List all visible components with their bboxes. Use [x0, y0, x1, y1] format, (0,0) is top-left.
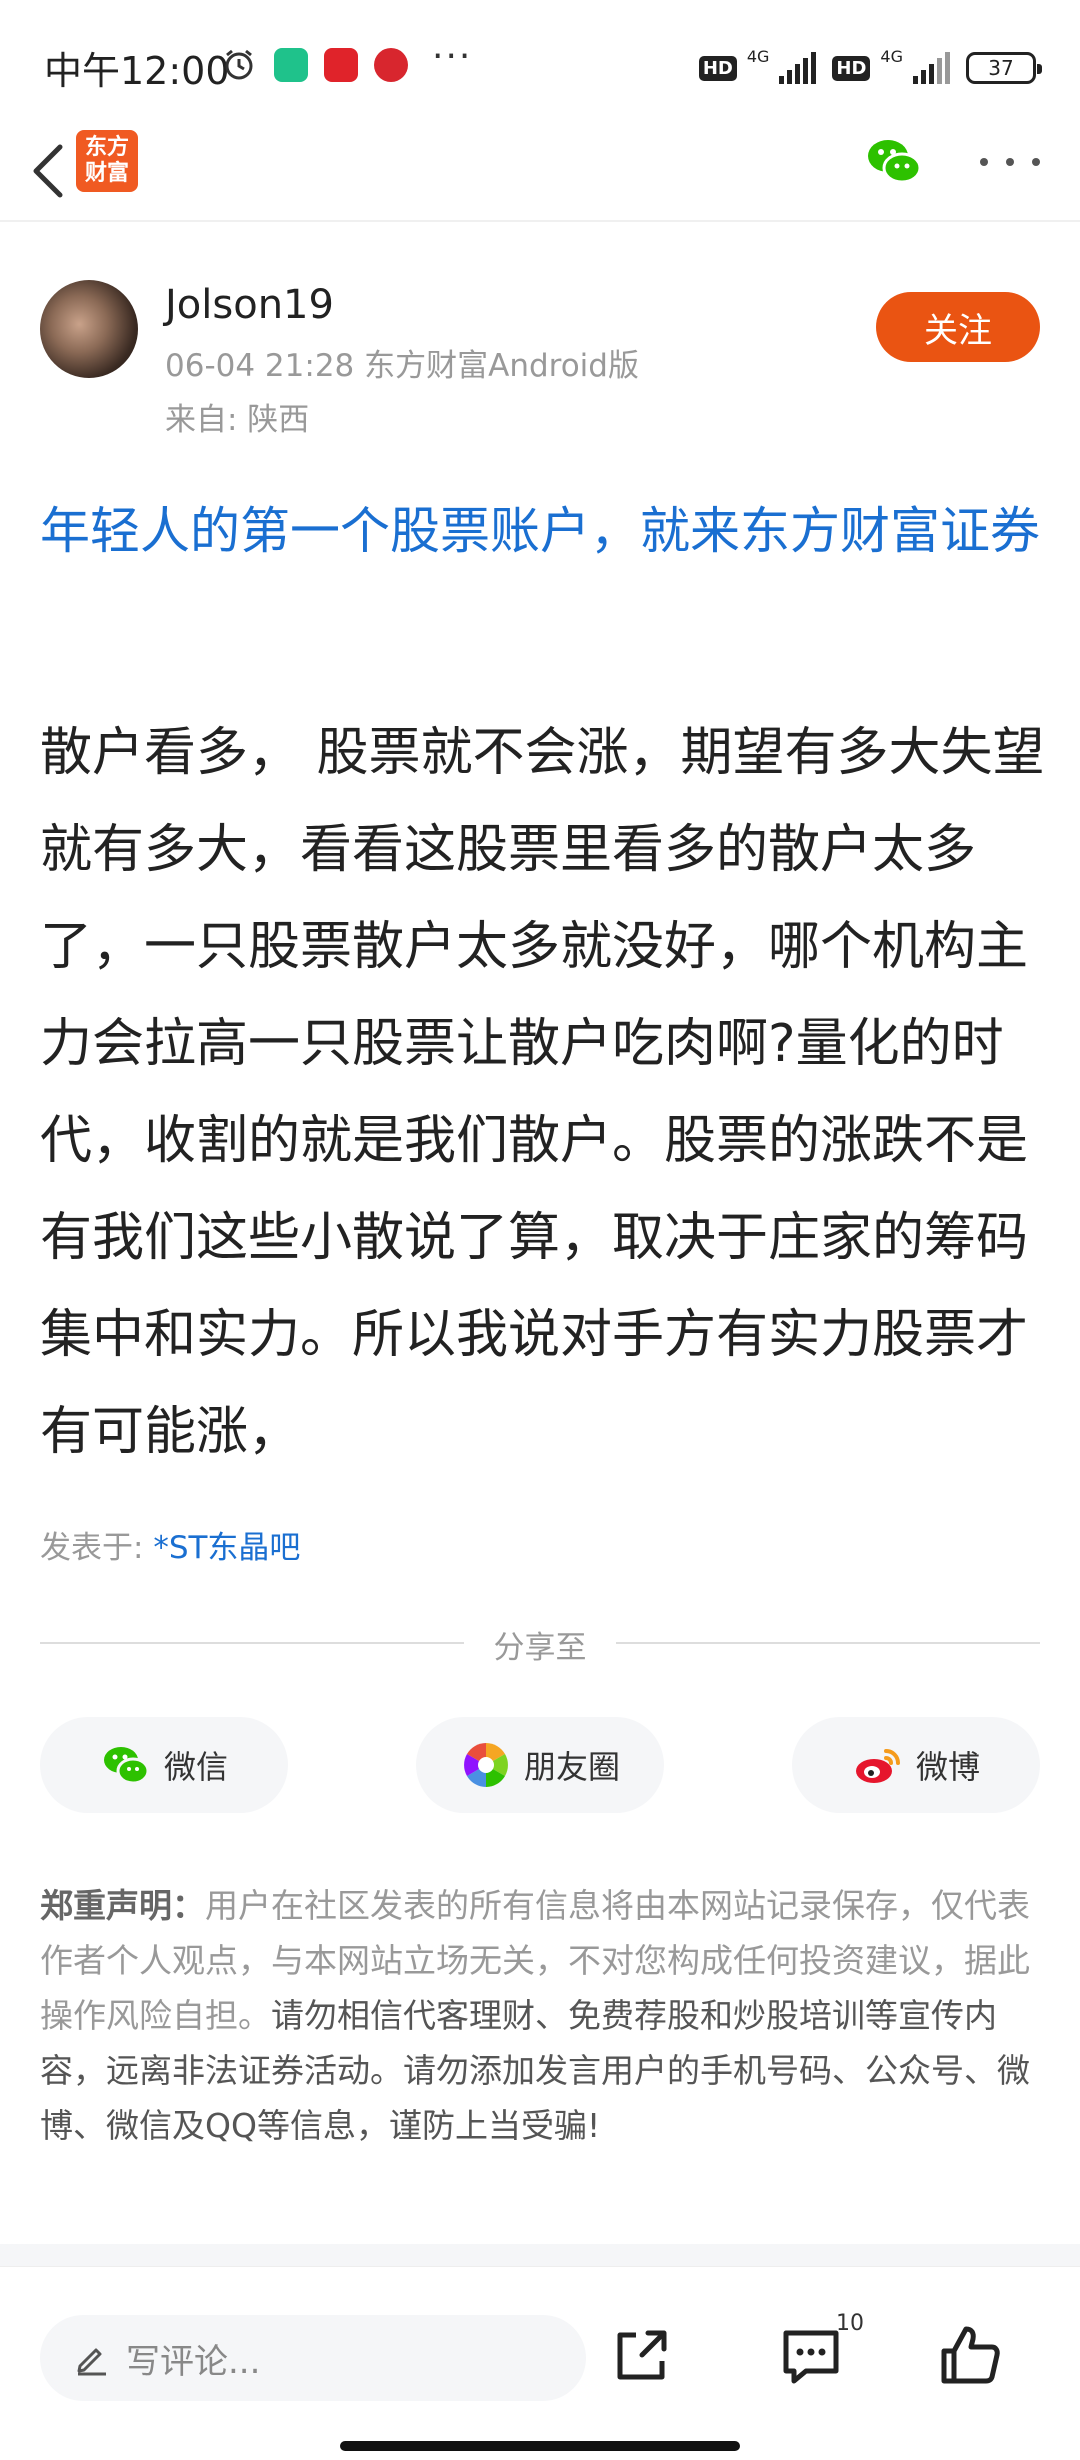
status-right-cluster: HD 4G HD 4G 37 — [698, 46, 1042, 88]
author-name[interactable]: Jolson19 — [165, 282, 334, 328]
share-wechat-button[interactable]: 微信 — [40, 1717, 288, 1813]
bank-app-icon — [374, 48, 408, 82]
bottom-action-bar: 写评论... 10 — [0, 2266, 1080, 2460]
post-meta: 06-04 21:28 东方财富Android版 — [165, 348, 639, 384]
signal-icon-1 — [779, 52, 817, 84]
disclaimer-heading: 郑重声明： — [40, 1886, 205, 1925]
hd-badge-2: HD — [832, 55, 871, 81]
section-divider — [0, 2244, 1080, 2266]
status-bar: 中午12:00 ··· HD 4G HD 4G 37 — [0, 0, 1080, 130]
network-label-1: 4G — [746, 46, 770, 66]
posted-in: 发表于: *ST东晶吧 — [40, 1522, 300, 1567]
comment-count: 10 — [836, 2311, 864, 2336]
share-divider: 分享至 — [40, 1622, 1040, 1666]
share-weibo-button[interactable]: 微博 — [792, 1717, 1040, 1813]
home-indicator[interactable] — [340, 2441, 740, 2451]
share-label: 分享至 — [493, 1630, 587, 1666]
comment-input[interactable]: 写评论... — [40, 2315, 586, 2401]
like-icon[interactable] — [936, 2321, 1006, 2391]
status-time: 中午12:00 — [44, 49, 230, 93]
author-location: 来自: 陕西 — [165, 402, 310, 438]
status-more-icon: ··· — [432, 36, 473, 77]
share-moments-button[interactable]: 朋友圈 — [416, 1717, 664, 1813]
more-options-icon[interactable] — [980, 142, 1040, 182]
app-logo-text: 东方财富 — [84, 135, 129, 186]
battery-icon: 37 — [966, 52, 1042, 84]
follow-button[interactable]: 关注 — [876, 292, 1040, 362]
forum-link[interactable]: *ST东晶吧 — [153, 1530, 300, 1566]
post-body: 散户看多， 股票就不会涨，期望有多大失望就有多大，看看这股票里看多的散户太多了，… — [40, 723, 1045, 1462]
signal-icon-2 — [913, 52, 950, 84]
alarm-icon — [225, 49, 253, 80]
nav-bar: 东方财富 — [0, 120, 1080, 222]
comment-placeholder: 写评论... — [126, 2341, 261, 2382]
chevron-left-icon — [33, 144, 63, 198]
share-wechat-label: 微信 — [163, 1748, 228, 1786]
hd-badge: HD — [698, 55, 737, 81]
divider-line-left — [40, 1642, 464, 1644]
stock-app-icon — [324, 48, 358, 82]
share-icon[interactable] — [606, 2321, 676, 2391]
battery-level: 37 — [988, 56, 1014, 80]
back-button[interactable] — [18, 138, 78, 204]
posted-in-label: 发表于: — [40, 1530, 144, 1566]
pencil-icon — [77, 2348, 106, 2376]
divider-line-right — [616, 1642, 1040, 1644]
moments-icon — [464, 1743, 508, 1787]
avatar[interactable] — [40, 280, 138, 378]
app-logo[interactable]: 东方财富 — [76, 130, 138, 192]
wechat-icon — [103, 1747, 150, 1785]
network-label-2: 4G — [880, 46, 903, 66]
disclaimer: 郑重声明：用户在社区发表的所有信息将由本网站记录保存，仅代表作者个人观点，与本网… — [40, 1878, 1050, 2153]
wechat-share-icon[interactable] — [862, 130, 926, 194]
post-title[interactable]: 年轻人的第一个股票账户，就来东方财富证券 — [40, 496, 1050, 566]
share-moments-label: 朋友圈 — [523, 1748, 620, 1786]
weibo-icon — [855, 1749, 900, 1783]
security-app-icon — [274, 48, 308, 82]
share-weibo-label: 微博 — [915, 1748, 980, 1786]
